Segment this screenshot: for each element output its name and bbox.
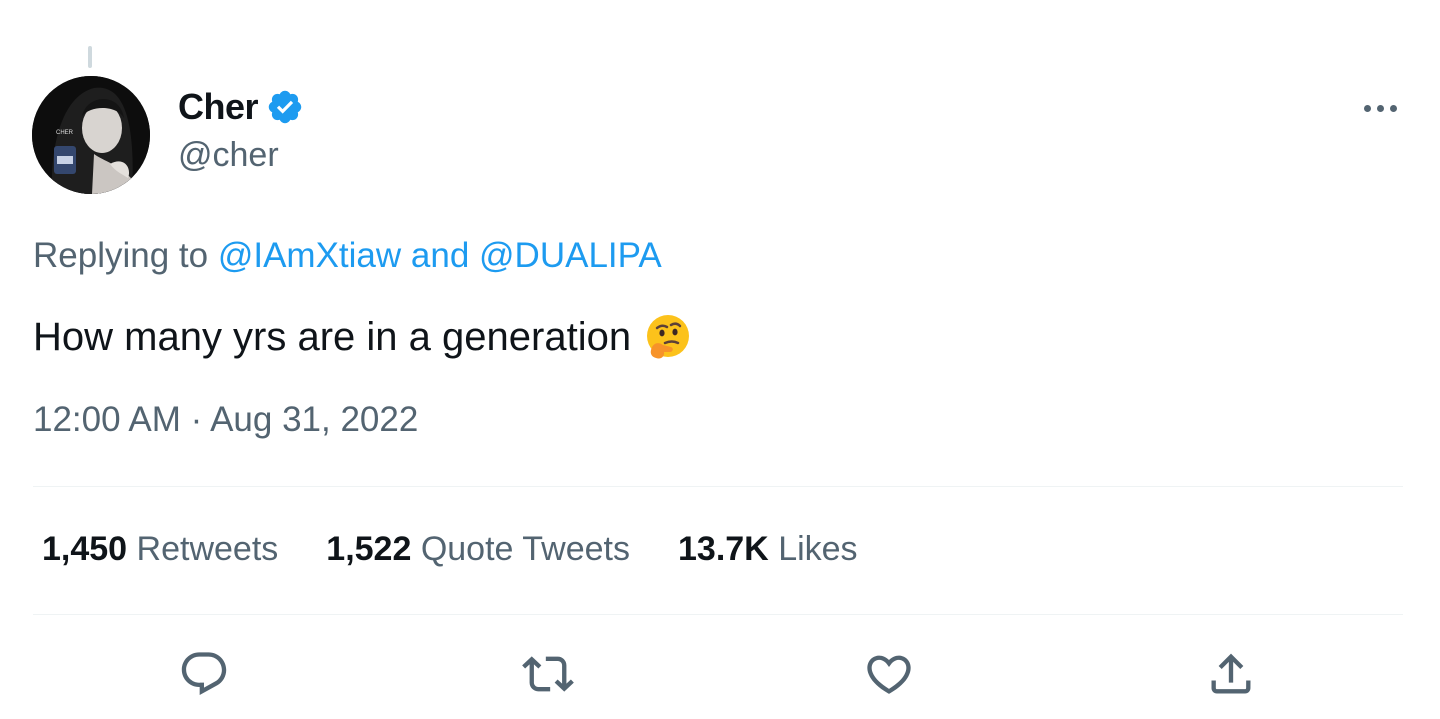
thread-connector-line xyxy=(88,46,92,68)
quote-tweets-stat[interactable]: 1,522 Quote Tweets xyxy=(326,530,630,569)
avatar-photo: CHER xyxy=(32,76,150,194)
retweets-stat[interactable]: 1,450 Retweets xyxy=(42,530,278,569)
share-icon xyxy=(1211,653,1251,694)
more-dot-icon xyxy=(1389,104,1397,112)
thinking-face-icon xyxy=(647,315,690,359)
likes-label: Likes xyxy=(778,530,858,568)
divider xyxy=(33,486,1403,487)
tweet-text: How many yrs are in a generation xyxy=(33,312,693,362)
author-handle[interactable]: @cher xyxy=(178,136,279,175)
quote-tweets-count: 1,522 xyxy=(326,530,412,568)
likes-count: 13.7K xyxy=(678,530,769,568)
reply-conjunction[interactable]: and xyxy=(401,236,479,275)
tweet-time-link[interactable]: 12:00 AM xyxy=(33,400,181,439)
like-icon xyxy=(867,655,911,694)
tweet-timestamp: 12:00 AM · Aug 31, 2022 xyxy=(33,400,418,440)
likes-stat[interactable]: 13.7K Likes xyxy=(678,530,858,569)
avatar[interactable]: CHER xyxy=(32,76,150,194)
share-button[interactable] xyxy=(1203,646,1259,702)
tweet-body: How many yrs are in a generation xyxy=(33,315,632,359)
reply-mention-dualipa[interactable]: @DUALIPA xyxy=(479,236,662,275)
replying-to-line: Replying to @IAmXtiaw and @DUALIPA xyxy=(33,236,662,276)
tweet-stats: 1,450 Retweets 1,522 Quote Tweets 13.7K … xyxy=(42,530,858,569)
tweet-date-link[interactable]: Aug 31, 2022 xyxy=(210,400,418,439)
author-display-name[interactable]: Cher xyxy=(178,86,259,128)
retweet-button[interactable] xyxy=(520,646,576,702)
reply-icon xyxy=(181,652,227,696)
replying-prefix: Replying to xyxy=(33,236,218,275)
author-name-row: Cher xyxy=(178,86,304,128)
retweets-label: Retweets xyxy=(136,530,279,568)
retweet-icon xyxy=(522,656,574,692)
more-dot-icon xyxy=(1376,104,1384,112)
divider xyxy=(33,614,1403,615)
like-button[interactable] xyxy=(861,646,917,702)
quote-tweets-label: Quote Tweets xyxy=(420,530,630,568)
reply-mention-iamxtiaw[interactable]: @IAmXtiaw xyxy=(218,236,401,275)
reply-button[interactable] xyxy=(176,646,232,702)
retweets-count: 1,450 xyxy=(42,530,128,568)
verified-badge-icon xyxy=(268,90,302,124)
timestamp-separator: · xyxy=(180,400,211,439)
more-options-button[interactable] xyxy=(1356,88,1404,128)
more-dot-icon xyxy=(1363,104,1371,112)
svg-text:CHER: CHER xyxy=(56,130,74,136)
tweet-action-bar xyxy=(0,646,1440,702)
